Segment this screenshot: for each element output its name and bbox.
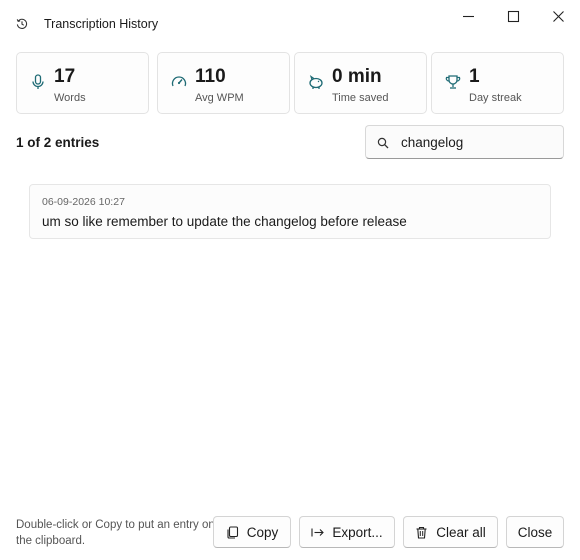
search-icon [377, 137, 389, 149]
clear-all-button[interactable]: Clear all [403, 516, 498, 548]
speedometer-icon [171, 76, 187, 87]
stat-label: Avg WPM [195, 92, 244, 104]
stat-value: 0 min [332, 66, 382, 87]
history-icon [16, 18, 28, 29]
export-icon [311, 528, 325, 536]
entries-count: 1 of 2 entries [16, 135, 100, 150]
maximize-button[interactable] [491, 4, 535, 28]
search-box[interactable] [365, 125, 564, 159]
trash-icon [416, 526, 427, 539]
stat-value: 110 [195, 66, 226, 87]
window-title: Transcription History [44, 17, 159, 31]
stat-label: Time saved [332, 92, 389, 104]
close-label: Close [517, 524, 553, 540]
stat-label: Day streak [469, 92, 522, 104]
copy-button[interactable]: Copy [213, 516, 291, 548]
maximize-icon [507, 10, 519, 22]
stat-label: Words [54, 92, 86, 104]
stat-value: 17 [54, 66, 76, 87]
entry-text: um so like remember to update the change… [42, 214, 407, 229]
stat-card-words: 17 Words [16, 52, 149, 114]
entry-timestamp: 06-09-2026 10:27 [42, 196, 125, 208]
title-bar: Transcription History [0, 0, 580, 46]
copy-label: Copy [246, 524, 279, 540]
list-item[interactable]: 06-09-2026 10:27 um so like remember to … [29, 184, 551, 239]
trophy-icon [445, 75, 461, 89]
piggy-bank-icon [309, 74, 323, 89]
footer-hint: Double-click or Copy to put an entry on … [16, 519, 215, 547]
copy-icon [227, 525, 238, 539]
microphone-icon [32, 74, 44, 89]
stat-card-wpm: 110 Avg WPM [157, 52, 290, 114]
close-icon [552, 10, 564, 22]
close-window-button[interactable] [536, 4, 580, 28]
close-button[interactable]: Close [506, 516, 564, 548]
export-button[interactable]: Export... [299, 516, 395, 548]
stat-card-day-streak: 1 Day streak [431, 52, 564, 114]
transcription-history-window: Transcription History 17 Words 110 Avg W… [0, 0, 580, 560]
clear-all-label: Clear all [436, 524, 486, 540]
stat-value: 1 [469, 66, 480, 87]
minimize-icon [462, 15, 474, 17]
minimize-button[interactable] [446, 4, 490, 28]
search-input[interactable] [401, 132, 556, 152]
export-label: Export... [332, 524, 383, 540]
stat-card-time-saved: 0 min Time saved [294, 52, 427, 114]
